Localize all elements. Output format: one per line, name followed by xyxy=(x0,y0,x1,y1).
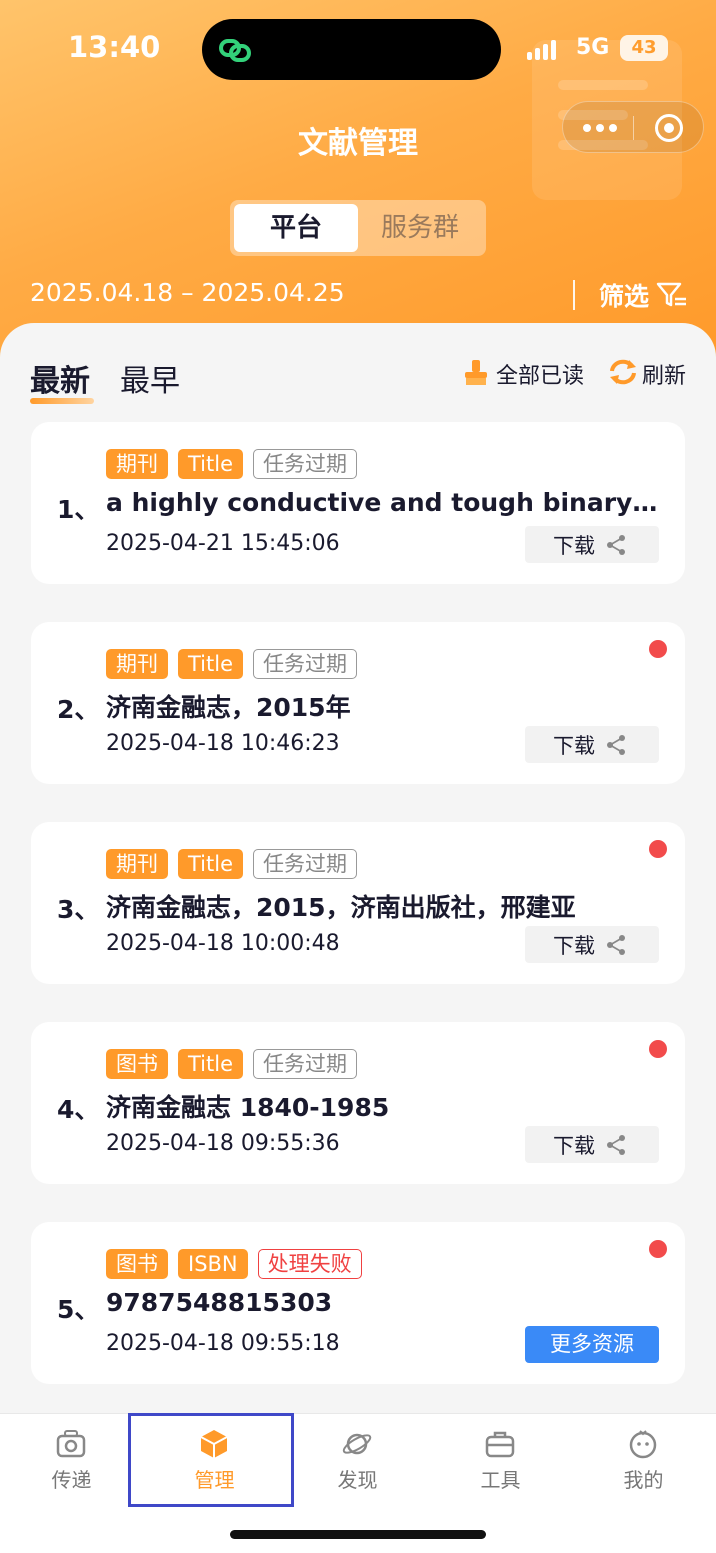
record-tag: ISBN xyxy=(178,1249,248,1279)
tab-label: 工具 xyxy=(480,1468,521,1492)
record-tag: 任务过期 xyxy=(253,649,358,679)
broom-icon[interactable] xyxy=(463,358,489,386)
divider xyxy=(573,280,575,310)
tag-group: 图书 ISBN 处理失败 xyxy=(106,1249,362,1279)
record-datetime: 2025-04-18 10:00:48 xyxy=(106,931,340,956)
record-tag: Title xyxy=(178,649,244,679)
tab-discover[interactable]: 发现 xyxy=(286,1414,429,1514)
record-card[interactable]: 图书 ISBN 处理失败 5、 9787548815303 2025-04-18 09:5… xyxy=(31,1222,685,1384)
record-index: 2、 xyxy=(57,695,100,724)
share-icon xyxy=(607,535,625,555)
download-label: 下载 xyxy=(553,934,595,958)
record-datetime: 2025-04-18 09:55:36 xyxy=(106,1131,340,1156)
tab-label: 传递 xyxy=(51,1468,92,1492)
record-index: 5、 xyxy=(57,1295,100,1324)
unread-dot xyxy=(649,1240,667,1258)
download-button[interactable]: 下载 xyxy=(525,926,659,963)
camera-icon xyxy=(56,1430,86,1458)
record-card[interactable]: 期刊 Title 任务过期 2、 济南金融志，2015年 2025-04-18 10:46… xyxy=(31,622,685,784)
dynamic-island xyxy=(202,19,501,80)
record-tag: 任务过期 xyxy=(253,1049,358,1079)
share-icon xyxy=(607,1135,625,1155)
filter-icon[interactable] xyxy=(656,280,688,310)
date-range-picker[interactable]: 2025.04.18 – 2025.04.25 xyxy=(30,278,345,307)
download-button[interactable]: 下载 xyxy=(525,526,659,563)
record-title[interactable]: 9787548815303 xyxy=(106,1288,666,1317)
tag-group: 期刊 Title 任务过期 xyxy=(106,649,358,679)
record-tag: Title xyxy=(178,449,244,479)
record-tag: 处理失败 xyxy=(257,1249,362,1279)
segment-platform[interactable]: 平台 xyxy=(234,204,358,252)
share-icon xyxy=(607,935,625,955)
toolbox-icon xyxy=(485,1431,515,1458)
record-tag: Title xyxy=(178,1049,244,1079)
tab-profile[interactable]: 我的 xyxy=(572,1414,715,1514)
download-button[interactable]: 下载 xyxy=(525,1126,659,1163)
planet-icon xyxy=(342,1433,372,1455)
selection-highlight xyxy=(128,1413,294,1507)
download-label: 下载 xyxy=(553,1134,595,1158)
record-index: 4、 xyxy=(57,1095,100,1124)
tab-tools[interactable]: 工具 xyxy=(429,1414,572,1514)
page-title: 文献管理 xyxy=(298,126,418,161)
network-type: 5G xyxy=(576,35,610,60)
tab-newest[interactable]: 最新 xyxy=(30,356,90,400)
record-card[interactable]: 期刊 Title 任务过期 1、 a highly conductive and tou… xyxy=(31,422,685,584)
unread-dot xyxy=(649,1040,667,1058)
record-card[interactable]: 期刊 Title 任务过期 3、 济南金融志，2015，济南出版社，邢建亚 2025-04… xyxy=(31,822,685,984)
filter-button[interactable]: 筛选 xyxy=(599,277,649,313)
unread-dot xyxy=(649,840,667,858)
record-tag: Title xyxy=(178,849,244,879)
record-datetime: 2025-04-21 15:45:06 xyxy=(106,531,340,556)
record-index: 3、 xyxy=(57,895,100,924)
tab-oldest[interactable]: 最早 xyxy=(120,356,180,400)
record-tag: 任务过期 xyxy=(253,449,358,479)
record-tag: 期刊 xyxy=(106,849,168,879)
record-tag: 图书 xyxy=(106,1049,168,1079)
record-title[interactable]: 济南金融志，2015年 xyxy=(106,688,666,724)
status-time: 13:40 xyxy=(68,30,161,64)
refresh-icon[interactable] xyxy=(607,358,639,386)
segment-service-group[interactable]: 服务群 xyxy=(358,204,482,252)
download-label: 下载 xyxy=(553,534,595,558)
share-icon xyxy=(607,735,625,755)
record-datetime: 2025-04-18 10:46:23 xyxy=(106,731,340,756)
record-tag: 任务过期 xyxy=(253,849,358,879)
record-datetime: 2025-04-18 09:55:18 xyxy=(106,1331,340,1356)
download-button[interactable]: 下载 xyxy=(525,726,659,763)
status-bar: 13:40 5G 43 xyxy=(0,0,716,100)
record-tag: 期刊 xyxy=(106,449,168,479)
battery-icon: 43 xyxy=(620,35,668,61)
record-tag: 期刊 xyxy=(106,649,168,679)
profile-icon xyxy=(629,1430,657,1459)
signal-icon xyxy=(527,38,561,60)
download-label: 下载 xyxy=(553,734,595,758)
unread-dot xyxy=(649,640,667,658)
tag-group: 期刊 Title 任务过期 xyxy=(106,449,358,479)
record-tag: 图书 xyxy=(106,1249,168,1279)
record-title[interactable]: a highly conductive and tough binary me.… xyxy=(106,488,666,517)
active-tab-indicator xyxy=(30,398,94,404)
record-card[interactable]: 图书 Title 任务过期 4、 济南金融志 1840-1985 2025-04-18 0… xyxy=(31,1022,685,1184)
chain-link-icon xyxy=(219,39,251,62)
record-title[interactable]: 济南金融志，2015，济南出版社，邢建亚 xyxy=(106,888,666,924)
record-index: 1、 xyxy=(57,495,100,524)
tag-group: 图书 Title 任务过期 xyxy=(106,1049,358,1079)
tag-group: 期刊 Title 任务过期 xyxy=(106,849,358,879)
tab-transfer[interactable]: 传递 xyxy=(0,1414,143,1514)
home-indicator xyxy=(230,1530,486,1539)
source-segment-control: 平台 服务群 xyxy=(230,200,486,256)
tab-label: 发现 xyxy=(337,1468,378,1492)
tab-label: 我的 xyxy=(623,1468,664,1492)
mark-all-read-button[interactable]: 全部已读 xyxy=(496,358,584,390)
more-resources-button[interactable]: 更多资源 xyxy=(525,1326,659,1363)
refresh-button[interactable]: 刷新 xyxy=(642,358,686,390)
record-title[interactable]: 济南金融志 1840-1985 xyxy=(106,1088,666,1124)
